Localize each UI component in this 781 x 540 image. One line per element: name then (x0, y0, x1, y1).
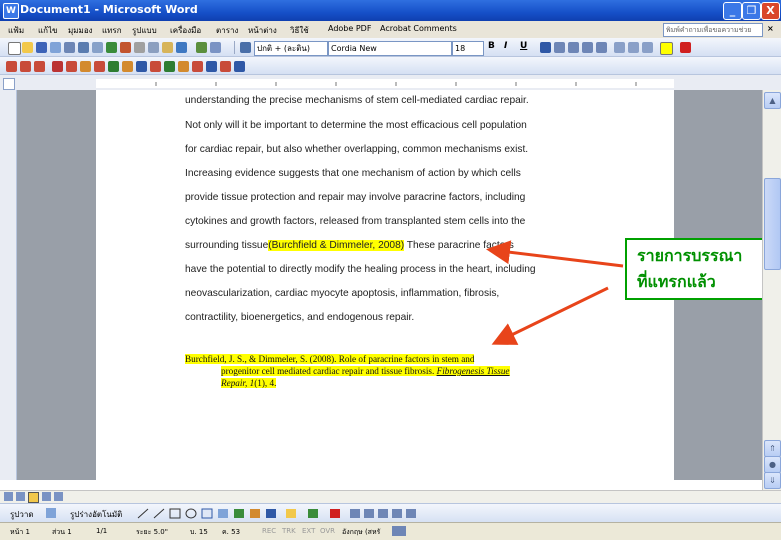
picture-tool-icon (266, 509, 276, 518)
status-bar: หน้า 1 ส่วน 1 1/1 ระยะ 5.0" บ. 15 ค. 53 … (0, 522, 781, 540)
reading-layout-icon[interactable] (54, 492, 63, 501)
status-page: หน้า 1 (10, 528, 31, 536)
autoshapes-menu[interactable]: รูปร่างอัตโนมัติ (70, 508, 122, 521)
status-at: ระยะ 5.0" (136, 528, 168, 536)
select-objects-icon[interactable] (46, 508, 56, 518)
drawing-tools (137, 508, 416, 519)
arrow-tool-icon (153, 508, 165, 519)
arrow-to-reference (491, 286, 609, 345)
draw-menu[interactable]: รูปวาด (10, 508, 34, 521)
status-line: บ. 15 (190, 528, 208, 536)
diagram-icon (234, 509, 244, 518)
status-rec[interactable]: REC (262, 527, 276, 535)
3d-style-icon (406, 509, 416, 518)
arrow-to-citation (486, 240, 624, 268)
normal-view-icon[interactable] (4, 492, 13, 501)
next-page-button[interactable]: ⇓ (764, 472, 781, 489)
line-tool-icon (137, 508, 149, 519)
wordart-icon (218, 509, 228, 518)
clipart-tool-icon (250, 509, 260, 518)
status-ext[interactable]: EXT (302, 527, 315, 535)
arrow-style-icon (378, 509, 388, 518)
status-page-of: 1/1 (96, 527, 108, 535)
line-style-icon (350, 509, 360, 518)
scrollbar-thumb[interactable] (764, 178, 781, 270)
horizontal-scrollbar[interactable] (0, 490, 781, 504)
status-column: ค. 53 (222, 528, 241, 536)
status-trk[interactable]: TRK (282, 527, 296, 535)
drawing-toolbar: รูปวาด รูปร่างอัตโนมัติ (0, 503, 781, 523)
dash-style-icon (364, 509, 374, 518)
textbox-tool-icon (201, 508, 213, 519)
annotation-arrows (486, 240, 624, 345)
vertical-scrollbar[interactable] (762, 90, 781, 490)
web-layout-view-icon[interactable] (16, 492, 25, 501)
fill-color-icon (286, 509, 296, 518)
shadow-style-icon (392, 509, 402, 518)
rectangle-tool-icon (169, 508, 181, 519)
oval-tool-icon (185, 508, 197, 519)
select-browse-object-button[interactable]: ● (764, 456, 781, 473)
status-language: อังกฤษ (สหรั (342, 528, 381, 536)
line-color-icon (308, 509, 318, 518)
status-section: ส่วน 1 (52, 528, 72, 536)
scroll-up-button[interactable]: ▲ (764, 92, 781, 109)
status-ovr[interactable]: OVR (320, 527, 335, 535)
outline-view-icon[interactable] (42, 492, 51, 501)
drawing-font-color-icon (330, 509, 340, 518)
spelling-status-icon[interactable] (392, 526, 406, 536)
print-layout-view-icon[interactable] (28, 492, 39, 503)
previous-page-button[interactable]: ⇑ (764, 440, 781, 457)
